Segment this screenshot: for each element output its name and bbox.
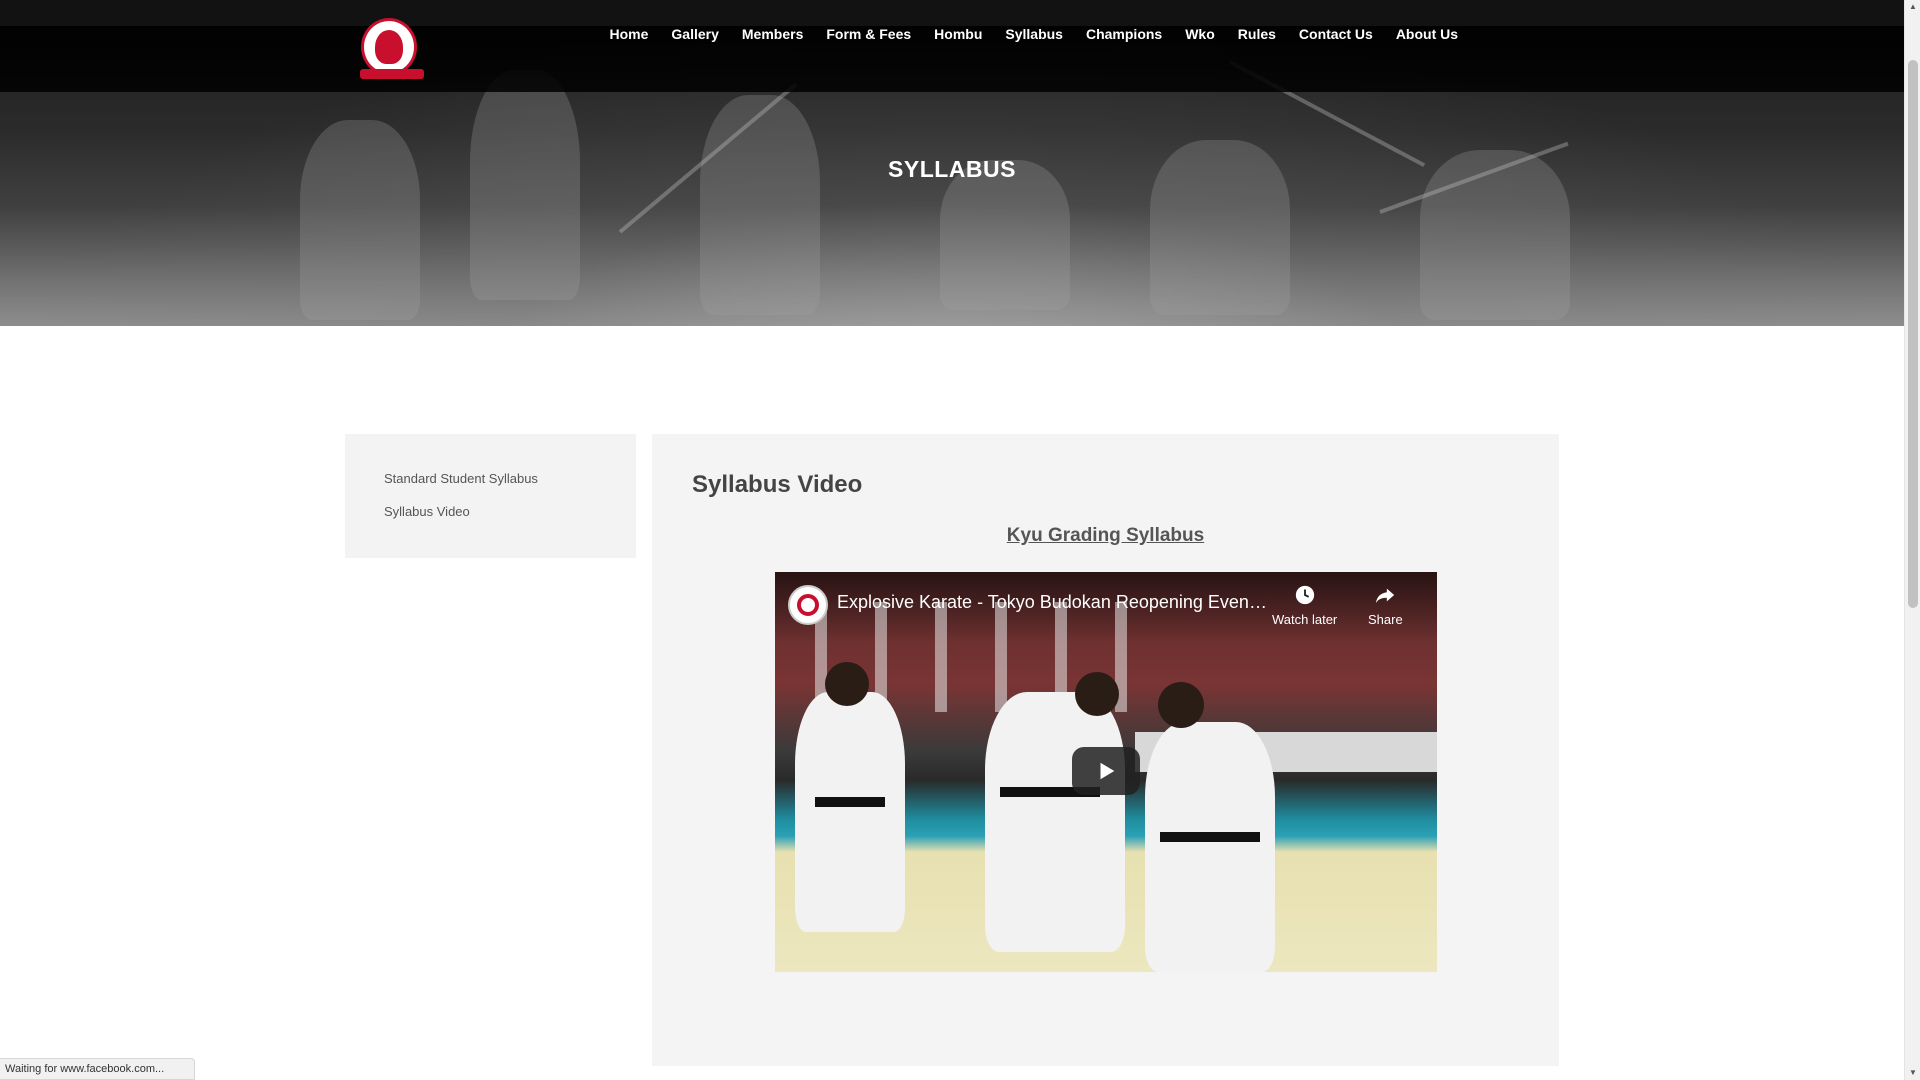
club-logo[interactable] [360,18,424,79]
section-title: Syllabus Video [692,471,863,498]
watch-later-button[interactable]: Watch later [1272,584,1337,627]
video-backdrop-stripe [935,602,947,712]
page-scrollbar[interactable]: ▲ ▼ [1904,0,1920,1080]
nav-about-us[interactable]: About Us [1384,24,1469,44]
share-icon [1376,588,1395,604]
video-fighter-belt [1160,832,1260,842]
share-label: Share [1368,612,1403,627]
video-fighter [1145,722,1275,972]
nav-champions[interactable]: Champions [1074,24,1173,44]
channel-logo-icon [797,594,819,616]
logo-emblem-icon [375,30,403,64]
nav-hombu[interactable]: Hombu [923,24,994,44]
nav-syllabus[interactable]: Syllabus [994,24,1075,44]
hero-figure [300,120,420,320]
play-button[interactable] [1072,747,1140,795]
video-fighter-head [825,662,869,706]
nav-form-fees[interactable]: Form & Fees [815,24,923,44]
scrollbar-thumb[interactable] [1908,60,1918,608]
syllabus-sidebar: Standard Student Syllabus Syllabus Video [345,434,636,558]
channel-avatar[interactable] [788,585,828,625]
watch-later-label: Watch later [1272,612,1338,627]
video-fighter [985,692,1125,952]
video-fighter [795,692,905,932]
play-icon [1100,762,1115,780]
hero-figure [470,70,580,300]
video-backdrop-stripe [995,602,1007,712]
video-fighter-belt [815,797,885,807]
page-title: SYLLABUS [888,156,1016,182]
nav-gallery[interactable]: Gallery [660,24,730,44]
navbar-top-strip [0,0,1904,26]
share-button[interactable]: Share [1368,584,1403,627]
video-title[interactable]: Explosive Karate - Tokyo Budokan Reopeni… [837,592,1267,613]
browser-status-bar: Waiting for www.facebook.com... [0,1058,196,1080]
kyu-grading-syllabus-link[interactable]: Kyu Grading Syllabus [652,525,1559,547]
sidebar-item-syllabus-video[interactable]: Syllabus Video [384,503,636,520]
clock-icon [1295,585,1314,605]
logo-ribbon [360,69,424,79]
sidebar-item-standard-student-syllabus[interactable]: Standard Student Syllabus [384,470,636,487]
video-fighter-head [1075,672,1119,716]
top-navbar: Home Gallery Members Form & Fees Hombu S… [0,0,1904,92]
nav-wko[interactable]: Wko [1174,24,1227,44]
hero-figure [700,95,820,315]
video-fighter-head [1158,682,1204,728]
nav-contact-us[interactable]: Contact Us [1287,24,1384,44]
scroll-up-icon[interactable]: ▲ [1905,0,1920,14]
nav-home[interactable]: Home [598,24,660,44]
nav-rules[interactable]: Rules [1226,24,1287,44]
nav-members[interactable]: Members [730,24,814,44]
scroll-down-icon[interactable]: ▼ [1905,1066,1920,1080]
youtube-video-embed[interactable]: Explosive Karate - Tokyo Budokan Reopeni… [775,572,1437,972]
main-nav: Home Gallery Members Form & Fees Hombu S… [598,24,1470,44]
